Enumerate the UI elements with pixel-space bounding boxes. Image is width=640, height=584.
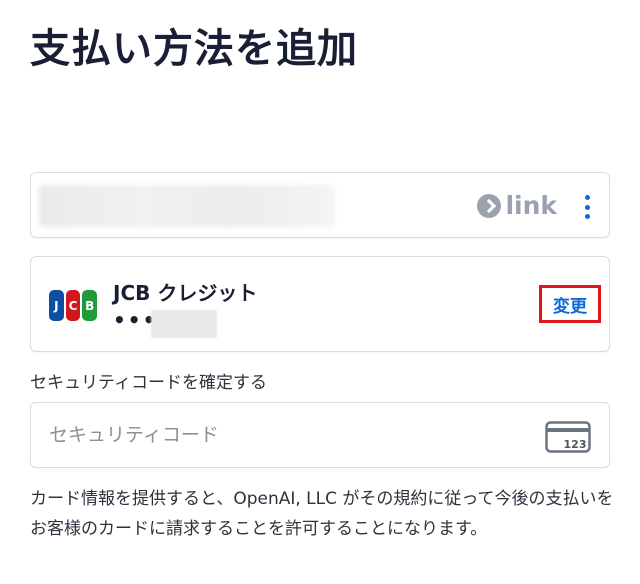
jcb-letter-b: B [82, 290, 98, 321]
jcb-logo-icon: J C B [49, 290, 98, 321]
jcb-letter-j: J [49, 290, 64, 321]
more-vertical-icon[interactable] [583, 195, 591, 219]
security-code-label: セキュリティコードを確定する [30, 373, 267, 393]
card-brand-name: JCB クレジット [113, 281, 258, 305]
payment-method-card: J C B JCB クレジット •••• 変更 [30, 256, 610, 352]
link-chevron-icon [477, 194, 502, 218]
link-account-row[interactable]: link [30, 172, 610, 238]
security-code-input[interactable] [31, 403, 609, 467]
redacted-email [39, 185, 335, 227]
cvc-icon-text: 123 [564, 438, 587, 451]
link-logo: link [477, 192, 557, 220]
link-brand-label: link [505, 191, 557, 220]
jcb-letter-c: C [65, 290, 81, 321]
card-cvc-icon: 123 [545, 421, 591, 453]
consent-text: カード情報を提供すると、OpenAI, LLC がその規約に従って今後の支払いを… [30, 489, 614, 539]
change-payment-button[interactable]: 変更 [539, 285, 601, 323]
redacted-last-digits [151, 310, 217, 338]
page-title: 支払い方法を追加 [30, 26, 358, 72]
security-code-field[interactable]: 123 [30, 402, 610, 468]
